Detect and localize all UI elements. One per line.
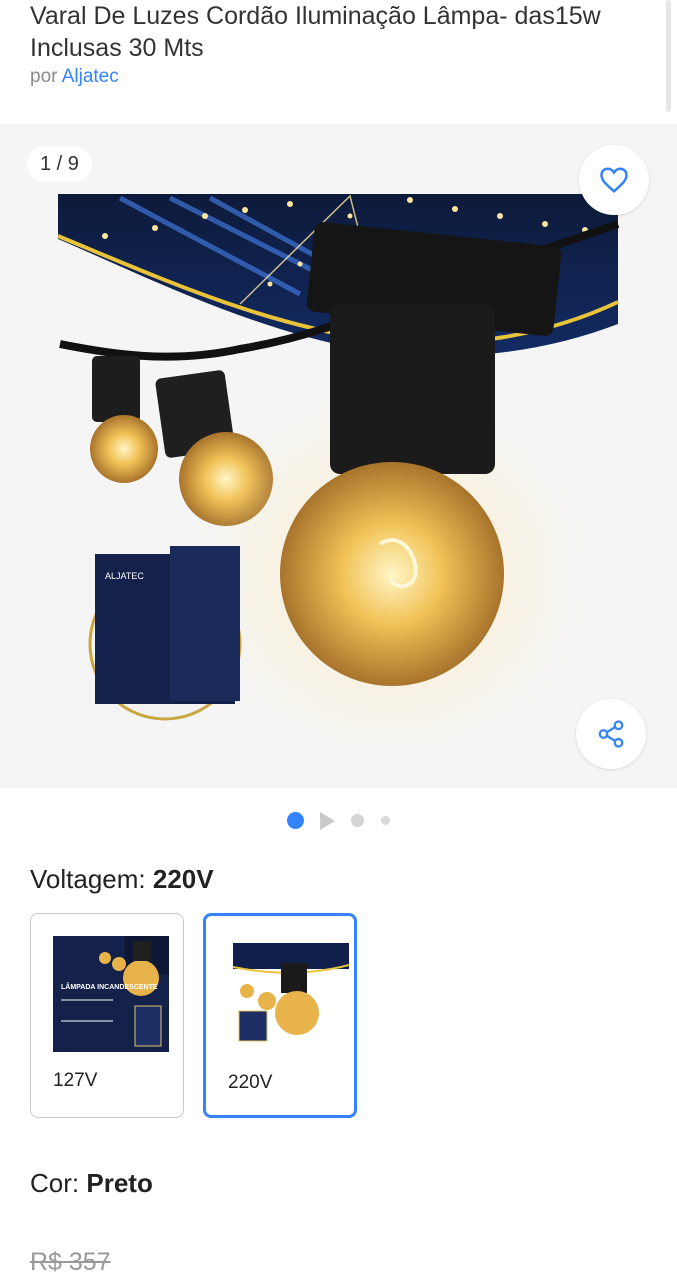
favorite-button[interactable] xyxy=(579,145,649,215)
option-thumbnail xyxy=(233,943,349,1042)
seller-prefix: por xyxy=(30,66,58,87)
voltage-option-220v[interactable]: 220V xyxy=(203,913,357,1118)
share-icon xyxy=(598,720,624,748)
pagination-dot[interactable] xyxy=(381,816,390,825)
color-selected: Preto xyxy=(86,1168,153,1198)
product-main-image[interactable]: ALJATEC xyxy=(0,124,677,788)
voltage-option-127v[interactable]: LÂMPADA INCANDESCENTE 127V xyxy=(30,913,184,1118)
voltage-option-label: 127V xyxy=(53,1070,98,1091)
color-label: Cor: Preto xyxy=(30,1168,153,1199)
voltage-selected: 220V xyxy=(152,864,214,894)
voltage-label: Voltagem: 220V xyxy=(30,864,214,895)
pagination-dot-active[interactable] xyxy=(287,812,304,829)
scrollbar[interactable] xyxy=(666,0,671,112)
thumbnail-title: LÂMPADA INCANDESCENTE xyxy=(61,982,158,991)
option-thumbnail: LÂMPADA INCANDESCENTE xyxy=(53,936,169,1052)
product-title: Varal De Luzes Cordão Iluminação Lâmpa- … xyxy=(30,2,601,62)
video-play-icon[interactable] xyxy=(318,811,336,831)
image-counter: 1 / 9 xyxy=(27,146,92,182)
seller-link[interactable]: Aljatec xyxy=(62,66,119,87)
product-gallery[interactable]: ALJATEC 1 / 9 xyxy=(0,124,677,788)
heart-icon xyxy=(600,167,628,193)
gallery-pagination[interactable] xyxy=(0,808,677,834)
voltage-label-text: Voltagem: xyxy=(30,864,146,894)
seller-info: por Aljatec xyxy=(30,66,119,88)
old-price: R$ 357 xyxy=(30,1248,111,1276)
box-brand-text: ALJATEC xyxy=(105,571,144,581)
voltage-option-label: 220V xyxy=(228,1072,273,1093)
pagination-dot[interactable] xyxy=(351,814,364,827)
color-label-text: Cor: xyxy=(30,1168,80,1198)
share-button[interactable] xyxy=(576,699,646,769)
